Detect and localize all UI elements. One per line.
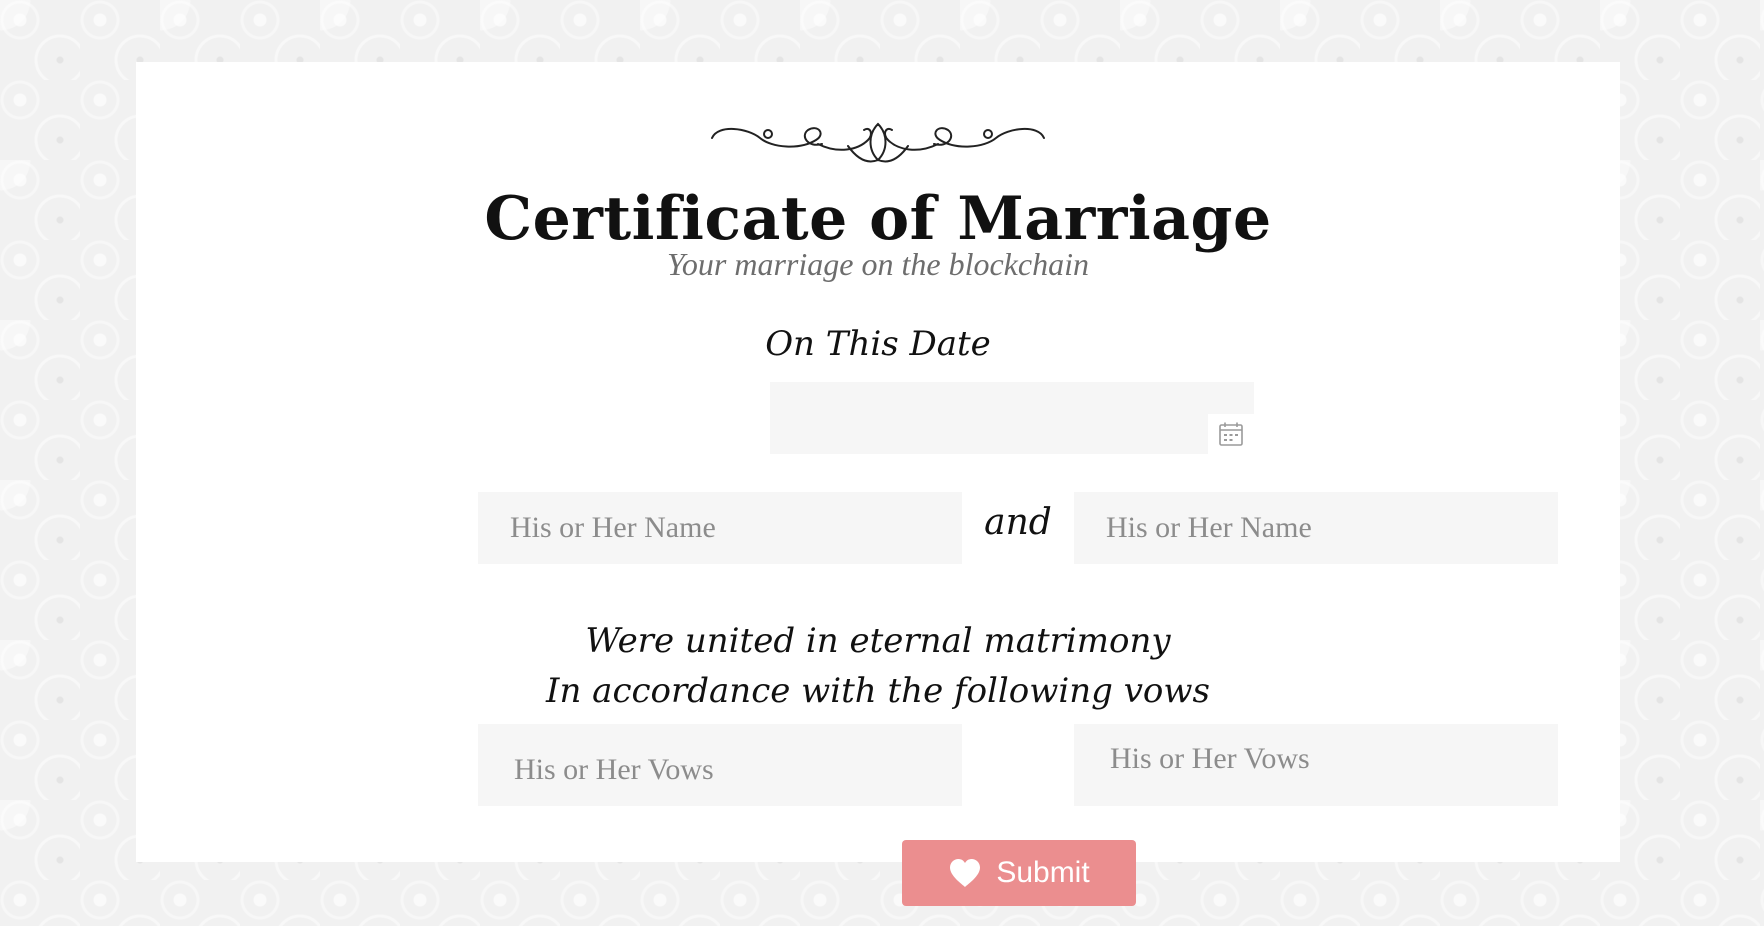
- vows-intro-line-1: Were united in eternal matrimony: [585, 621, 1171, 661]
- second-vows-input[interactable]: [1074, 724, 1558, 806]
- calendar-icon[interactable]: [1208, 414, 1254, 454]
- certificate-subtitle: Your marriage on the blockchain: [667, 246, 1089, 282]
- second-name-input[interactable]: [1074, 492, 1558, 564]
- heart-icon: [948, 858, 982, 888]
- submit-button[interactable]: Submit: [902, 840, 1136, 906]
- vows-intro: Were united in eternal matrimony In acco…: [136, 616, 1620, 716]
- flourish-ornament-icon: [136, 120, 1620, 166]
- date-label: On This Date: [765, 324, 991, 364]
- certificate-title: Certificate of Marriage: [484, 184, 1272, 254]
- first-vows-input[interactable]: [478, 724, 962, 806]
- first-name-input[interactable]: [478, 492, 962, 564]
- certificate-card: Certificate of Marriage Your marriage on…: [136, 62, 1620, 906]
- date-input[interactable]: [770, 382, 1254, 454]
- and-connector: and: [984, 502, 1052, 543]
- submit-label: Submit: [996, 856, 1090, 889]
- vows-intro-line-2: In accordance with the following vows: [546, 671, 1210, 711]
